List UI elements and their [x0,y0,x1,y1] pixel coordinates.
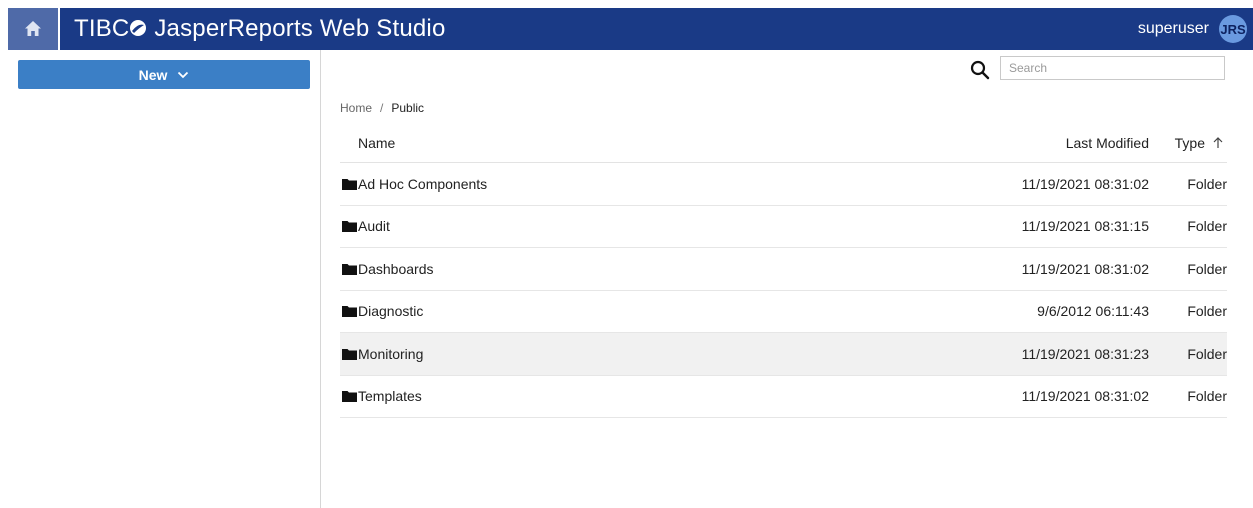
row-name-cell: Audit [340,218,999,234]
new-button[interactable]: New [18,60,310,89]
row-name-cell: Dashboards [340,261,999,277]
search-input[interactable] [1000,56,1225,80]
repository-table: Name Last Modified Type Ad Hoc Component… [340,123,1227,418]
row-name-cell: Diagnostic [340,303,999,319]
left-panel: New [8,50,321,508]
row-name: Diagnostic [358,303,424,320]
home-button[interactable] [8,8,60,50]
top-header: TIBC JasperReports Web Studio superuser … [8,8,1253,50]
row-type: Folder [1187,303,1227,320]
row-modified: 11/19/2021 08:31:02 [1021,260,1149,277]
row-name: Templates [358,388,422,405]
row-type: Folder [1187,388,1227,405]
table-row-selected[interactable]: Monitoring 11/19/2021 08:31:23 Folder [340,333,1227,376]
column-header-last-modified[interactable]: Last Modified [999,135,1159,151]
table-row[interactable]: Audit 11/19/2021 08:31:15 Folder [340,206,1227,248]
row-type: Folder [1187,345,1227,362]
brand-suffix: JasperReports Web Studio [147,15,446,42]
row-type: Folder [1187,260,1227,277]
folder-icon [342,178,357,190]
main-panel: Home / Public Name Last Modified Type Ad… [322,50,1253,508]
tibco-logo-icon [130,20,147,36]
folder-icon [342,348,357,360]
app-title: TIBC JasperReports Web Studio [74,15,446,43]
avatar[interactable]: JRS [1219,15,1247,43]
table-row[interactable]: Dashboards 11/19/2021 08:31:02 Folder [340,248,1227,291]
breadcrumb-home[interactable]: Home [340,101,372,115]
column-header-name[interactable]: Name [340,135,999,151]
row-modified: 11/19/2021 08:31:15 [1021,218,1149,235]
home-icon [25,21,41,36]
row-name-cell: Monitoring [340,346,999,362]
chevron-down-icon [178,71,189,78]
row-type: Folder [1187,218,1227,235]
row-name: Dashboards [358,260,434,277]
table-header: Name Last Modified Type [340,123,1227,163]
row-modified: 11/19/2021 08:31:02 [1021,175,1149,192]
row-name: Ad Hoc Components [358,175,488,192]
row-modified: 9/6/2012 06:11:43 [1037,303,1149,320]
table-row[interactable]: Diagnostic 9/6/2012 06:11:43 Folder [340,291,1227,333]
folder-icon [342,263,357,275]
row-name: Monitoring [358,345,424,362]
breadcrumb-current: Public [391,101,425,115]
breadcrumb-separator: / [380,101,384,115]
username-label: superuser [1137,20,1209,37]
row-name-cell: Templates [340,388,999,404]
row-name-cell: Ad Hoc Components [340,176,999,192]
table-row[interactable]: Templates 11/19/2021 08:31:02 Folder [340,376,1227,418]
search-icon[interactable] [969,59,991,81]
sort-up-arrow-icon [1213,136,1223,148]
folder-icon [342,391,357,403]
column-header-type-label: Type [1174,134,1205,151]
folder-icon [342,306,357,318]
row-type: Folder [1187,175,1227,192]
column-header-type[interactable]: Type [1159,135,1227,151]
row-modified: 11/19/2021 08:31:02 [1021,388,1149,405]
breadcrumb: Home / Public [340,101,424,115]
app-frame: TIBC JasperReports Web Studio superuser … [8,8,1253,508]
new-button-label: New [138,66,168,83]
folder-icon [342,221,357,233]
row-modified: 11/19/2021 08:31:23 [1021,345,1149,362]
row-name: Audit [358,218,390,235]
brand-prefix: TIBC [74,15,130,42]
table-row[interactable]: Ad Hoc Components 11/19/2021 08:31:02 Fo… [340,163,1227,206]
user-menu[interactable]: superuser JRS [1138,8,1247,50]
